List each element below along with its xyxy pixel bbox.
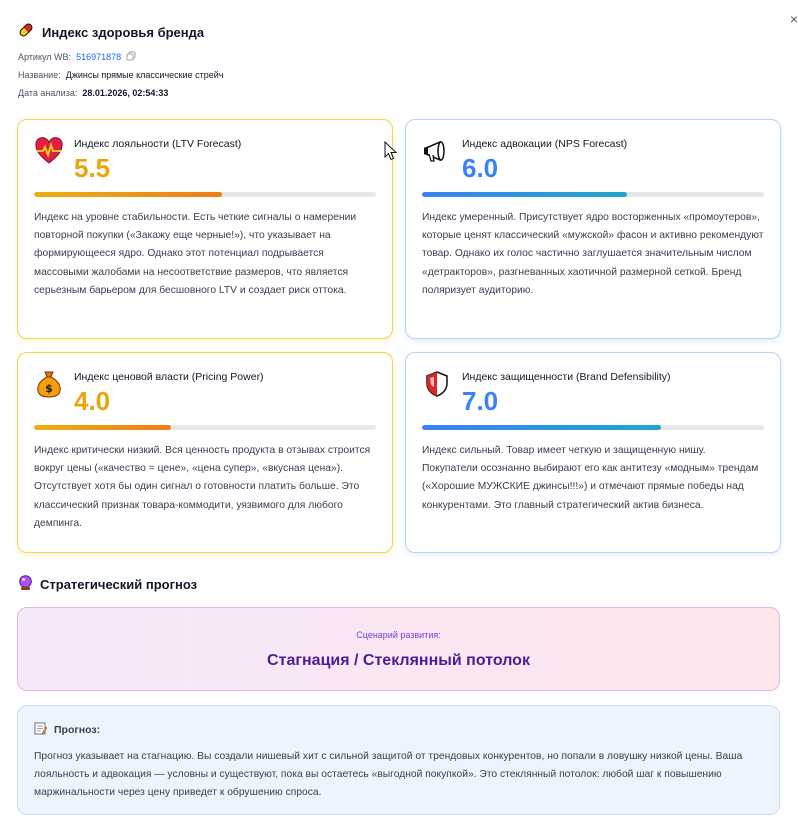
strategy-section-title: Стратегический прогноз (18, 575, 197, 594)
date-label: Дата анализа: (18, 88, 78, 98)
progress-fill (422, 192, 628, 197)
analysis-date: 28.01.2026, 02:54:33 (82, 88, 169, 98)
progress-bar (34, 192, 376, 197)
article-row: Артикул WB: 516971878 (18, 48, 136, 66)
scenario-label: Сценарий развития: (356, 630, 441, 640)
scenario-value: Стагнация / Стеклянный потолок (267, 652, 530, 669)
loyalty-score: 5.5 (74, 153, 111, 183)
megaphone-icon (422, 136, 452, 166)
card-description: Индекс на уровне стабильности. Есть четк… (34, 212, 357, 296)
loyalty-card: Индекс лояльности (LTV Forecast) 5.5 Инд… (17, 119, 393, 339)
shield-icon (422, 369, 452, 399)
card-description: Индекс сильный. Товар имеет четкую и защ… (422, 445, 759, 511)
defensibility-score: 7.0 (462, 386, 499, 416)
card-title: Индекс лояльности (LTV Forecast) (74, 138, 242, 150)
card-title: Индекс адвокации (NPS Forecast) (462, 138, 628, 150)
product-name: Джинсы прямые классические стрейч (65, 70, 224, 80)
advocacy-score: 6.0 (462, 153, 499, 183)
pricing-power-score: 4.0 (74, 386, 111, 416)
svg-text:$: $ (45, 382, 53, 395)
progress-bar (34, 425, 376, 430)
progress-bar (422, 192, 764, 197)
defensibility-card: Индекс защищенности (Brand Defensibility… (405, 352, 781, 553)
mouse-cursor-icon (384, 140, 398, 166)
date-row: Дата анализа: 28.01.2026, 02:54:33 (18, 88, 168, 98)
strategy-title-text: Стратегический прогноз (40, 577, 198, 592)
pricing-power-card: $ Индекс ценовой власти (Pricing Power) … (17, 352, 393, 553)
money-bag-icon: $ (34, 369, 64, 399)
progress-bar (422, 425, 764, 430)
name-label: Название: (18, 70, 61, 80)
page-header: Индекс здоровья бренда (18, 22, 204, 43)
progress-fill (422, 425, 662, 430)
scenario-box: Сценарий развития: Стагнация / Стеклянны… (17, 607, 780, 691)
forecast-label: Прогноз: (54, 724, 101, 736)
copy-icon[interactable] (126, 48, 136, 66)
progress-fill (34, 192, 223, 197)
pill-icon (18, 22, 34, 43)
heart-pulse-icon (34, 136, 64, 166)
card-title: Индекс защищенности (Brand Defensibility… (462, 371, 671, 383)
memo-icon (34, 722, 48, 738)
article-label: Артикул WB: (18, 52, 72, 62)
close-button[interactable]: × (790, 12, 798, 26)
name-row: Название: Джинсы прямые классические стр… (18, 70, 223, 80)
crystal-ball-icon (18, 575, 33, 594)
page-title: Индекс здоровья бренда (42, 25, 205, 40)
card-description: Индекс умеренный. Присутствует ядро вост… (422, 212, 764, 296)
advocacy-card: Индекс адвокации (NPS Forecast) 6.0 Инде… (405, 119, 781, 339)
card-description: Индекс критически низкий. Вся ценность п… (34, 445, 371, 529)
progress-fill (34, 425, 171, 430)
forecast-text: Прогноз указывает на стагнацию. Вы созда… (34, 751, 743, 799)
card-title: Индекс ценовой власти (Pricing Power) (74, 371, 264, 383)
forecast-box: Прогноз: Прогноз указывает на стагнацию.… (17, 705, 780, 815)
article-link[interactable]: 516971878 (76, 52, 121, 62)
